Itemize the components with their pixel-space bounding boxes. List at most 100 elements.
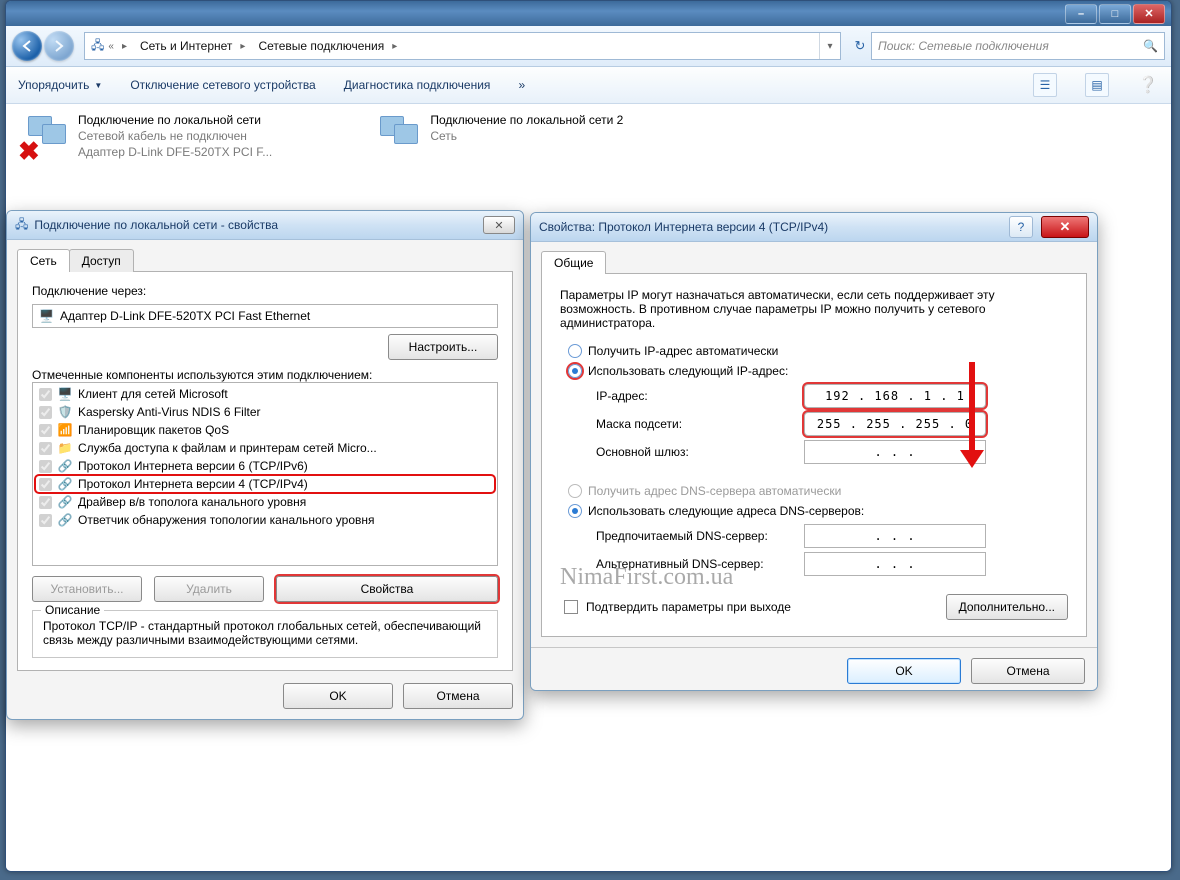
radio-label: Получить IP-адрес автоматически	[588, 344, 778, 358]
cancel-button[interactable]: Отмена	[403, 683, 513, 709]
connection-title: Подключение по локальной сети	[78, 112, 272, 128]
component-item-ipv4[interactable]: 🔗Протокол Интернета версии 4 (TCP/IPv4)	[35, 475, 495, 493]
connection-status: Сеть	[430, 128, 623, 144]
adapter-name: Адаптер D-Link DFE-520TX PCI Fast Ethern…	[60, 309, 310, 323]
toolbar-diagnose[interactable]: Диагностика подключения	[344, 78, 491, 92]
radio-auto-ip[interactable]: Получить IP-адрес автоматически	[568, 344, 1068, 358]
components-label: Отмеченные компоненты используются этим …	[32, 368, 498, 382]
minimize-button[interactable]: –	[1065, 4, 1097, 24]
connection-tile[interactable]: ✖ Подключение по локальной сети Сетевой …	[16, 110, 365, 166]
components-list[interactable]: 🖥️Клиент для сетей Microsoft 🛡️Kaspersky…	[32, 382, 498, 566]
dns1-input[interactable]: . . .	[804, 524, 986, 548]
install-button[interactable]: Установить...	[32, 576, 142, 602]
confirm-on-exit-label: Подтвердить параметры при выходе	[586, 600, 791, 614]
ok-button[interactable]: OK	[283, 683, 393, 709]
tab-network[interactable]: Сеть	[17, 249, 70, 272]
dns2-input[interactable]: . . .	[804, 552, 986, 576]
radio-icon	[568, 484, 582, 498]
breadcrumb-seg-1[interactable]: Сеть и Интернет	[134, 39, 252, 53]
explorer-titlebar: – □ ✕	[6, 1, 1171, 26]
gateway-input[interactable]: . . .	[804, 440, 986, 464]
radio-icon	[568, 364, 582, 378]
view-layout-icon[interactable]: ☰	[1033, 73, 1057, 97]
help-button[interactable]: ?	[1009, 216, 1033, 238]
qos-icon: 📶	[58, 423, 72, 437]
radio-static-ip[interactable]: Использовать следующий IP-адрес:	[568, 364, 1068, 378]
breadcrumb-root[interactable]: 🖧 «	[85, 36, 134, 57]
nav-forward-button[interactable]	[44, 31, 74, 61]
nav-back-button[interactable]	[12, 31, 42, 61]
breadcrumb-seg-2[interactable]: Сетевые подключения	[252, 39, 404, 53]
component-checkbox[interactable]	[39, 424, 52, 437]
radio-icon	[568, 504, 582, 518]
component-item[interactable]: 🖥️Клиент для сетей Microsoft	[35, 385, 495, 403]
component-checkbox[interactable]	[39, 460, 52, 473]
component-item[interactable]: 🔗Драйвер в/в тополога канального уровня	[35, 493, 495, 511]
connection-properties-dialog: 🖧 Подключение по локальной сети - свойст…	[6, 210, 524, 720]
confirm-on-exit-checkbox[interactable]	[564, 600, 578, 614]
component-checkbox[interactable]	[39, 496, 52, 509]
uninstall-button[interactable]: Удалить	[154, 576, 264, 602]
responder-icon: 🔗	[58, 513, 72, 527]
explorer-toolbar: Упорядочить ▼ Отключение сетевого устрой…	[6, 67, 1171, 104]
component-checkbox[interactable]	[39, 478, 52, 491]
toolbar-more[interactable]: »	[518, 78, 525, 92]
dialog-titlebar: Свойства: Протокол Интернета версии 4 (T…	[531, 213, 1097, 242]
component-checkbox[interactable]	[39, 442, 52, 455]
connection-icon	[370, 112, 422, 164]
dialog-titlebar: 🖧 Подключение по локальной сети - свойст…	[7, 211, 523, 240]
help-icon[interactable]: ❔	[1137, 74, 1159, 96]
component-label: Клиент для сетей Microsoft	[78, 387, 228, 401]
connection-tile[interactable]: Подключение по локальной сети 2 Сеть	[368, 110, 717, 166]
description-legend: Описание	[41, 603, 104, 617]
component-item[interactable]: 📁 Служба доступа к файлам и принтерам сет…	[35, 439, 495, 457]
cancel-button[interactable]: Отмена	[971, 658, 1085, 684]
window-close-button[interactable]: ✕	[1133, 4, 1165, 24]
description-text: Протокол TCP/IP - стандартный протокол г…	[43, 619, 487, 647]
protocol-icon: 🔗	[58, 477, 72, 491]
component-item[interactable]: 🔗Протокол Интернета версии 6 (TCP/IPv6)	[35, 457, 495, 475]
component-checkbox[interactable]	[39, 406, 52, 419]
share-icon: 📁	[58, 441, 72, 455]
radio-static-dns[interactable]: Использовать следующие адреса DNS-сервер…	[568, 504, 1068, 518]
tab-general[interactable]: Общие	[541, 251, 606, 274]
component-label: Драйвер в/в тополога канального уровня	[78, 495, 306, 509]
refresh-button[interactable]: ↻	[849, 38, 871, 54]
network-icon: 🖧	[91, 36, 104, 57]
maximize-button[interactable]: □	[1099, 4, 1131, 24]
adapter-icon: 🖥️	[39, 309, 54, 323]
gateway-label: Основной шлюз:	[596, 445, 796, 459]
advanced-button[interactable]: Дополнительно...	[946, 594, 1068, 620]
component-label: Служба доступа к файлам и принтерам сете…	[78, 441, 377, 455]
component-checkbox[interactable]	[39, 388, 52, 401]
breadcrumb-dropdown-icon[interactable]: ▾	[820, 41, 840, 52]
connect-via-label: Подключение через:	[32, 284, 498, 298]
network-icon: 🖧	[15, 215, 28, 236]
disconnected-x-icon: ✖	[18, 138, 40, 164]
ok-button[interactable]: OK	[847, 658, 961, 684]
configure-button[interactable]: Настроить...	[388, 334, 498, 360]
search-icon: 🔍	[1143, 39, 1158, 53]
toolbar-organize-label: Упорядочить	[18, 78, 89, 92]
dialog-close-button[interactable]: ✕	[1041, 216, 1089, 238]
breadcrumb[interactable]: 🖧 « Сеть и Интернет Сетевые подключения …	[84, 32, 841, 60]
properties-button[interactable]: Свойства	[276, 576, 498, 602]
component-item[interactable]: 🔗 Ответчик обнаружения топологии канально…	[35, 511, 495, 529]
connection-title: Подключение по локальной сети 2	[430, 112, 623, 128]
subnet-mask-input[interactable]: 255 . 255 . 255 . 0	[804, 412, 986, 436]
toolbar-organize[interactable]: Упорядочить ▼	[18, 78, 102, 92]
search-input[interactable]: Поиск: Сетевые подключения 🔍	[871, 32, 1165, 60]
component-item[interactable]: 🛡️Kaspersky Anti-Virus NDIS 6 Filter	[35, 403, 495, 421]
component-checkbox[interactable]	[39, 514, 52, 527]
toolbar-diagnose-label: Диагностика подключения	[344, 78, 491, 92]
subnet-mask-label: Маска подсети:	[596, 417, 796, 431]
preview-pane-icon[interactable]: ▤	[1085, 73, 1109, 97]
component-item[interactable]: 📶Планировщик пакетов QoS	[35, 421, 495, 439]
ip-address-input[interactable]: 192 . 168 . 1 . 1	[804, 384, 986, 408]
component-label: Ответчик обнаружения топологии канальног…	[78, 513, 375, 527]
tab-access[interactable]: Доступ	[69, 249, 134, 272]
toolbar-disable-device[interactable]: Отключение сетевого устройства	[130, 78, 315, 92]
dns1-label: Предпочитаемый DNS-сервер:	[596, 529, 796, 543]
dialog-close-button[interactable]: ✕	[483, 216, 515, 234]
arrow-right-icon	[52, 39, 66, 53]
